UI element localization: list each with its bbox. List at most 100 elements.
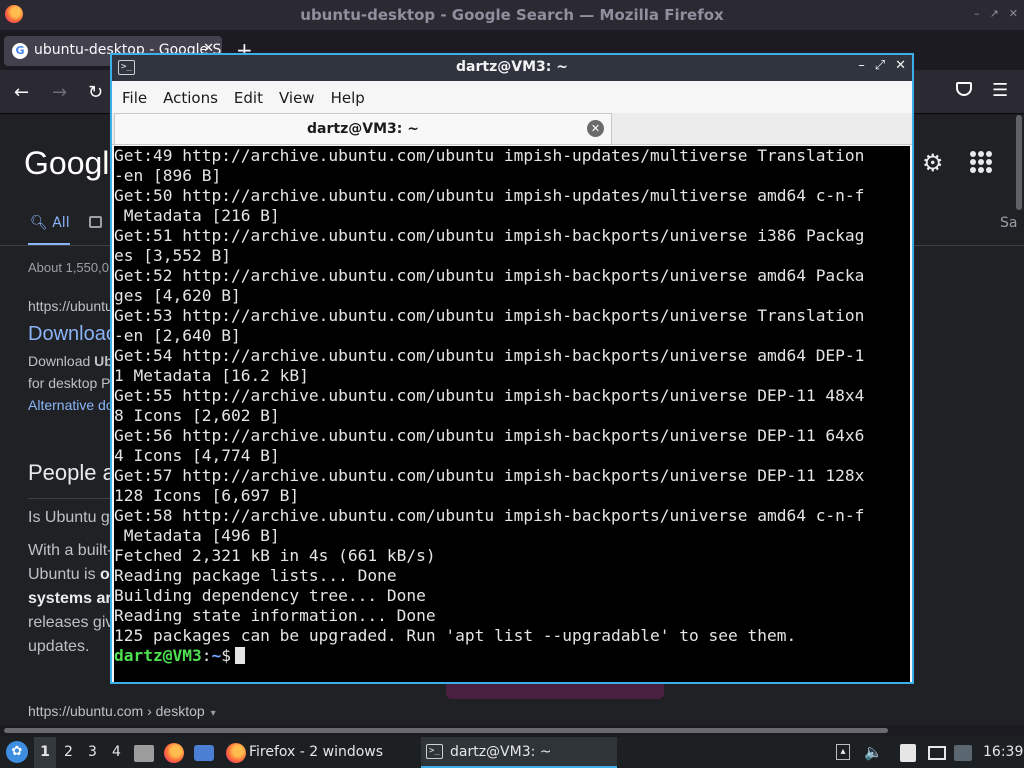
terminal-menubar: File Actions Edit View Help xyxy=(112,81,912,113)
menu-help[interactable]: Help xyxy=(331,81,381,113)
reload-button[interactable]: ↻ xyxy=(88,82,103,103)
people-also-ask-question[interactable]: Is Ubuntu g xyxy=(28,509,110,527)
terminal-task-icon: >_ xyxy=(426,744,443,759)
answer-line-4: releases giv xyxy=(28,614,114,631)
prompt-user: dartz@VM3 xyxy=(114,646,202,665)
terminal-line: Reading state information... Done xyxy=(114,606,436,625)
terminal-line: 128 Icons [6,697 B] xyxy=(114,486,300,505)
settings-gear-icon[interactable]: ⚙ xyxy=(922,149,944,177)
back-button[interactable]: ← xyxy=(14,82,29,103)
firefox-window-title: ubuntu-desktop - Google Search — Mozilla… xyxy=(300,6,724,24)
terminal-window[interactable]: >_ dartz@VM3: ~ – ⤢ ✕ File Actions Edit … xyxy=(110,53,914,684)
terminal-line: ges [4,620 B] xyxy=(114,286,241,305)
terminal-lines: Get:49 http://archive.ubuntu.com/ubuntu … xyxy=(114,146,910,646)
workspace-3[interactable]: 3 xyxy=(88,744,97,760)
clock[interactable]: 16:39 xyxy=(983,744,1023,760)
terminal-line: es [3,552 B] xyxy=(114,246,231,265)
taskbar-task-firefox[interactable]: Firefox - 2 windows xyxy=(222,737,418,768)
page-horizontal-scrollbar[interactable] xyxy=(0,725,1024,737)
network-icon[interactable] xyxy=(928,746,946,760)
firefox-close-button[interactable]: ✕ xyxy=(1009,7,1018,20)
terminal-window-controls: – ⤢ ✕ xyxy=(858,58,906,73)
people-also-ask-heading: People a xyxy=(28,460,115,485)
terminal-line: Get:51 http://archive.ubuntu.com/ubuntu … xyxy=(114,226,865,245)
firefox-menu-button[interactable]: ☰ xyxy=(992,80,1008,101)
terminal-line: Building dependency tree... Done xyxy=(114,586,426,605)
terminal-minimize-button[interactable]: – xyxy=(858,58,865,73)
menu-view[interactable]: View xyxy=(279,81,331,113)
terminal-close-button[interactable]: ✕ xyxy=(895,58,906,73)
terminal-line: Get:54 http://archive.ubuntu.com/ubuntu … xyxy=(114,346,865,365)
taskbar-task-firefox-label: Firefox - 2 windows xyxy=(249,744,384,760)
taskbar-task-terminal-label: dartz@VM3: ~ xyxy=(450,744,552,760)
terminal-line: Reading package lists... Done xyxy=(114,566,397,585)
terminal-tab-close-icon[interactable]: ✕ xyxy=(587,120,604,137)
desktop: ubuntu-desktop - Google Search — Mozilla… xyxy=(0,0,1024,768)
answer-line-5: updates. xyxy=(28,638,90,655)
answer-line-3: systems ar xyxy=(28,590,112,607)
result-description-line-1: Download Ub xyxy=(28,353,113,369)
show-desktop-icon[interactable] xyxy=(194,745,214,761)
menu-file[interactable]: File xyxy=(122,81,163,113)
taskbar-task-terminal[interactable]: >_ dartz@VM3: ~ xyxy=(421,737,617,768)
terminal-line: Get:53 http://archive.ubuntu.com/ubuntu … xyxy=(114,306,865,325)
terminal-titlebar[interactable]: >_ dartz@VM3: ~ – ⤢ ✕ xyxy=(112,55,912,81)
result-url[interactable]: https://ubuntu xyxy=(28,298,113,314)
horizontal-scrollbar-thumb[interactable] xyxy=(4,728,888,733)
terminal-line: Get:49 http://archive.ubuntu.com/ubuntu … xyxy=(114,146,865,165)
google-tab-images-icon[interactable] xyxy=(89,216,102,228)
terminal-line: Get:56 http://archive.ubuntu.com/ubuntu … xyxy=(114,426,865,445)
firefox-maximize-button[interactable]: ↗ xyxy=(990,7,999,20)
alternative-downloads-link[interactable]: Alternative do xyxy=(28,397,114,413)
terminal-tabbar: dartz@VM3: ~ ✕ xyxy=(112,113,912,145)
terminal-line: Get:58 http://archive.ubuntu.com/ubuntu … xyxy=(114,506,865,525)
start-menu-icon[interactable]: ✿ xyxy=(6,741,28,763)
terminal-prompt[interactable]: dartz@VM3:~$ xyxy=(114,646,910,666)
firefox-task-icon xyxy=(226,743,246,763)
forward-button[interactable]: → xyxy=(52,82,67,103)
prompt-path: ~ xyxy=(211,646,222,665)
terminal-line: 8 Icons [2,602 B] xyxy=(114,406,280,425)
terminal-line: Metadata [496 B] xyxy=(114,526,280,545)
taskbar: ✿ 1 2 3 4 Firefox - 2 windows >_ dartz@V… xyxy=(0,737,1024,768)
firefox-titlebar[interactable]: ubuntu-desktop - Google Search — Mozilla… xyxy=(0,0,1024,30)
answer-line-1: With a built- xyxy=(28,542,113,559)
people-also-ask-divider xyxy=(28,498,118,499)
terminal-line: Get:57 http://archive.ubuntu.com/ubuntu … xyxy=(114,466,865,485)
result-description-line-2: for desktop P xyxy=(28,375,111,391)
volume-icon[interactable]: 🔈 xyxy=(864,743,883,761)
terminal-output[interactable]: Get:49 http://archive.ubuntu.com/ubuntu … xyxy=(114,146,910,682)
terminal-line: 1 Metadata [16.2 kB] xyxy=(114,366,309,385)
google-favicon-icon: G xyxy=(12,43,28,59)
firefox-minimize-button[interactable]: – xyxy=(974,7,980,20)
text-cursor xyxy=(234,647,245,664)
terminal-line: Metadata [216 B] xyxy=(114,206,280,225)
tray-expand-icon[interactable]: ▴ xyxy=(836,744,850,760)
terminal-line: Get:50 http://archive.ubuntu.com/ubuntu … xyxy=(114,186,865,205)
terminal-line: 125 packages can be upgraded. Run 'apt l… xyxy=(114,626,797,645)
firefox-launcher-icon[interactable] xyxy=(164,743,184,763)
menu-actions[interactable]: Actions xyxy=(163,81,234,113)
google-apps-icon[interactable] xyxy=(970,151,992,173)
google-tab-all[interactable]: 🔍︎ All xyxy=(30,215,70,231)
updates-icon[interactable] xyxy=(954,745,972,761)
chevron-down-icon: ▾ xyxy=(210,708,216,719)
workspace-2[interactable]: 2 xyxy=(64,744,73,760)
menu-edit[interactable]: Edit xyxy=(234,81,279,113)
google-tab-safesearch[interactable]: Sa xyxy=(1000,215,1017,231)
workspace-1[interactable]: 1 xyxy=(34,737,56,768)
firefox-window-controls: – ↗ ✕ xyxy=(974,7,1018,20)
terminal-line: 4 Icons [4,774 B] xyxy=(114,446,280,465)
answer-source-url[interactable]: https://ubuntu.com › desktop ▾ xyxy=(28,703,216,719)
terminal-line: Fetched 2,321 kB in 4s (661 kB/s) xyxy=(114,546,436,565)
page-vertical-scrollbar[interactable] xyxy=(1016,115,1022,210)
terminal-tab[interactable]: dartz@VM3: ~ ✕ xyxy=(114,113,612,144)
result-title-link[interactable]: Downloac xyxy=(28,323,116,346)
terminal-line: -en [896 B] xyxy=(114,166,222,185)
file-manager-launcher-icon[interactable] xyxy=(134,745,154,762)
answer-line-2: Ubuntu is o xyxy=(28,566,110,583)
clipboard-icon[interactable] xyxy=(900,744,916,762)
terminal-maximize-button[interactable]: ⤢ xyxy=(875,58,885,73)
workspace-4[interactable]: 4 xyxy=(112,744,121,760)
terminal-line: -en [2,640 B] xyxy=(114,326,241,345)
